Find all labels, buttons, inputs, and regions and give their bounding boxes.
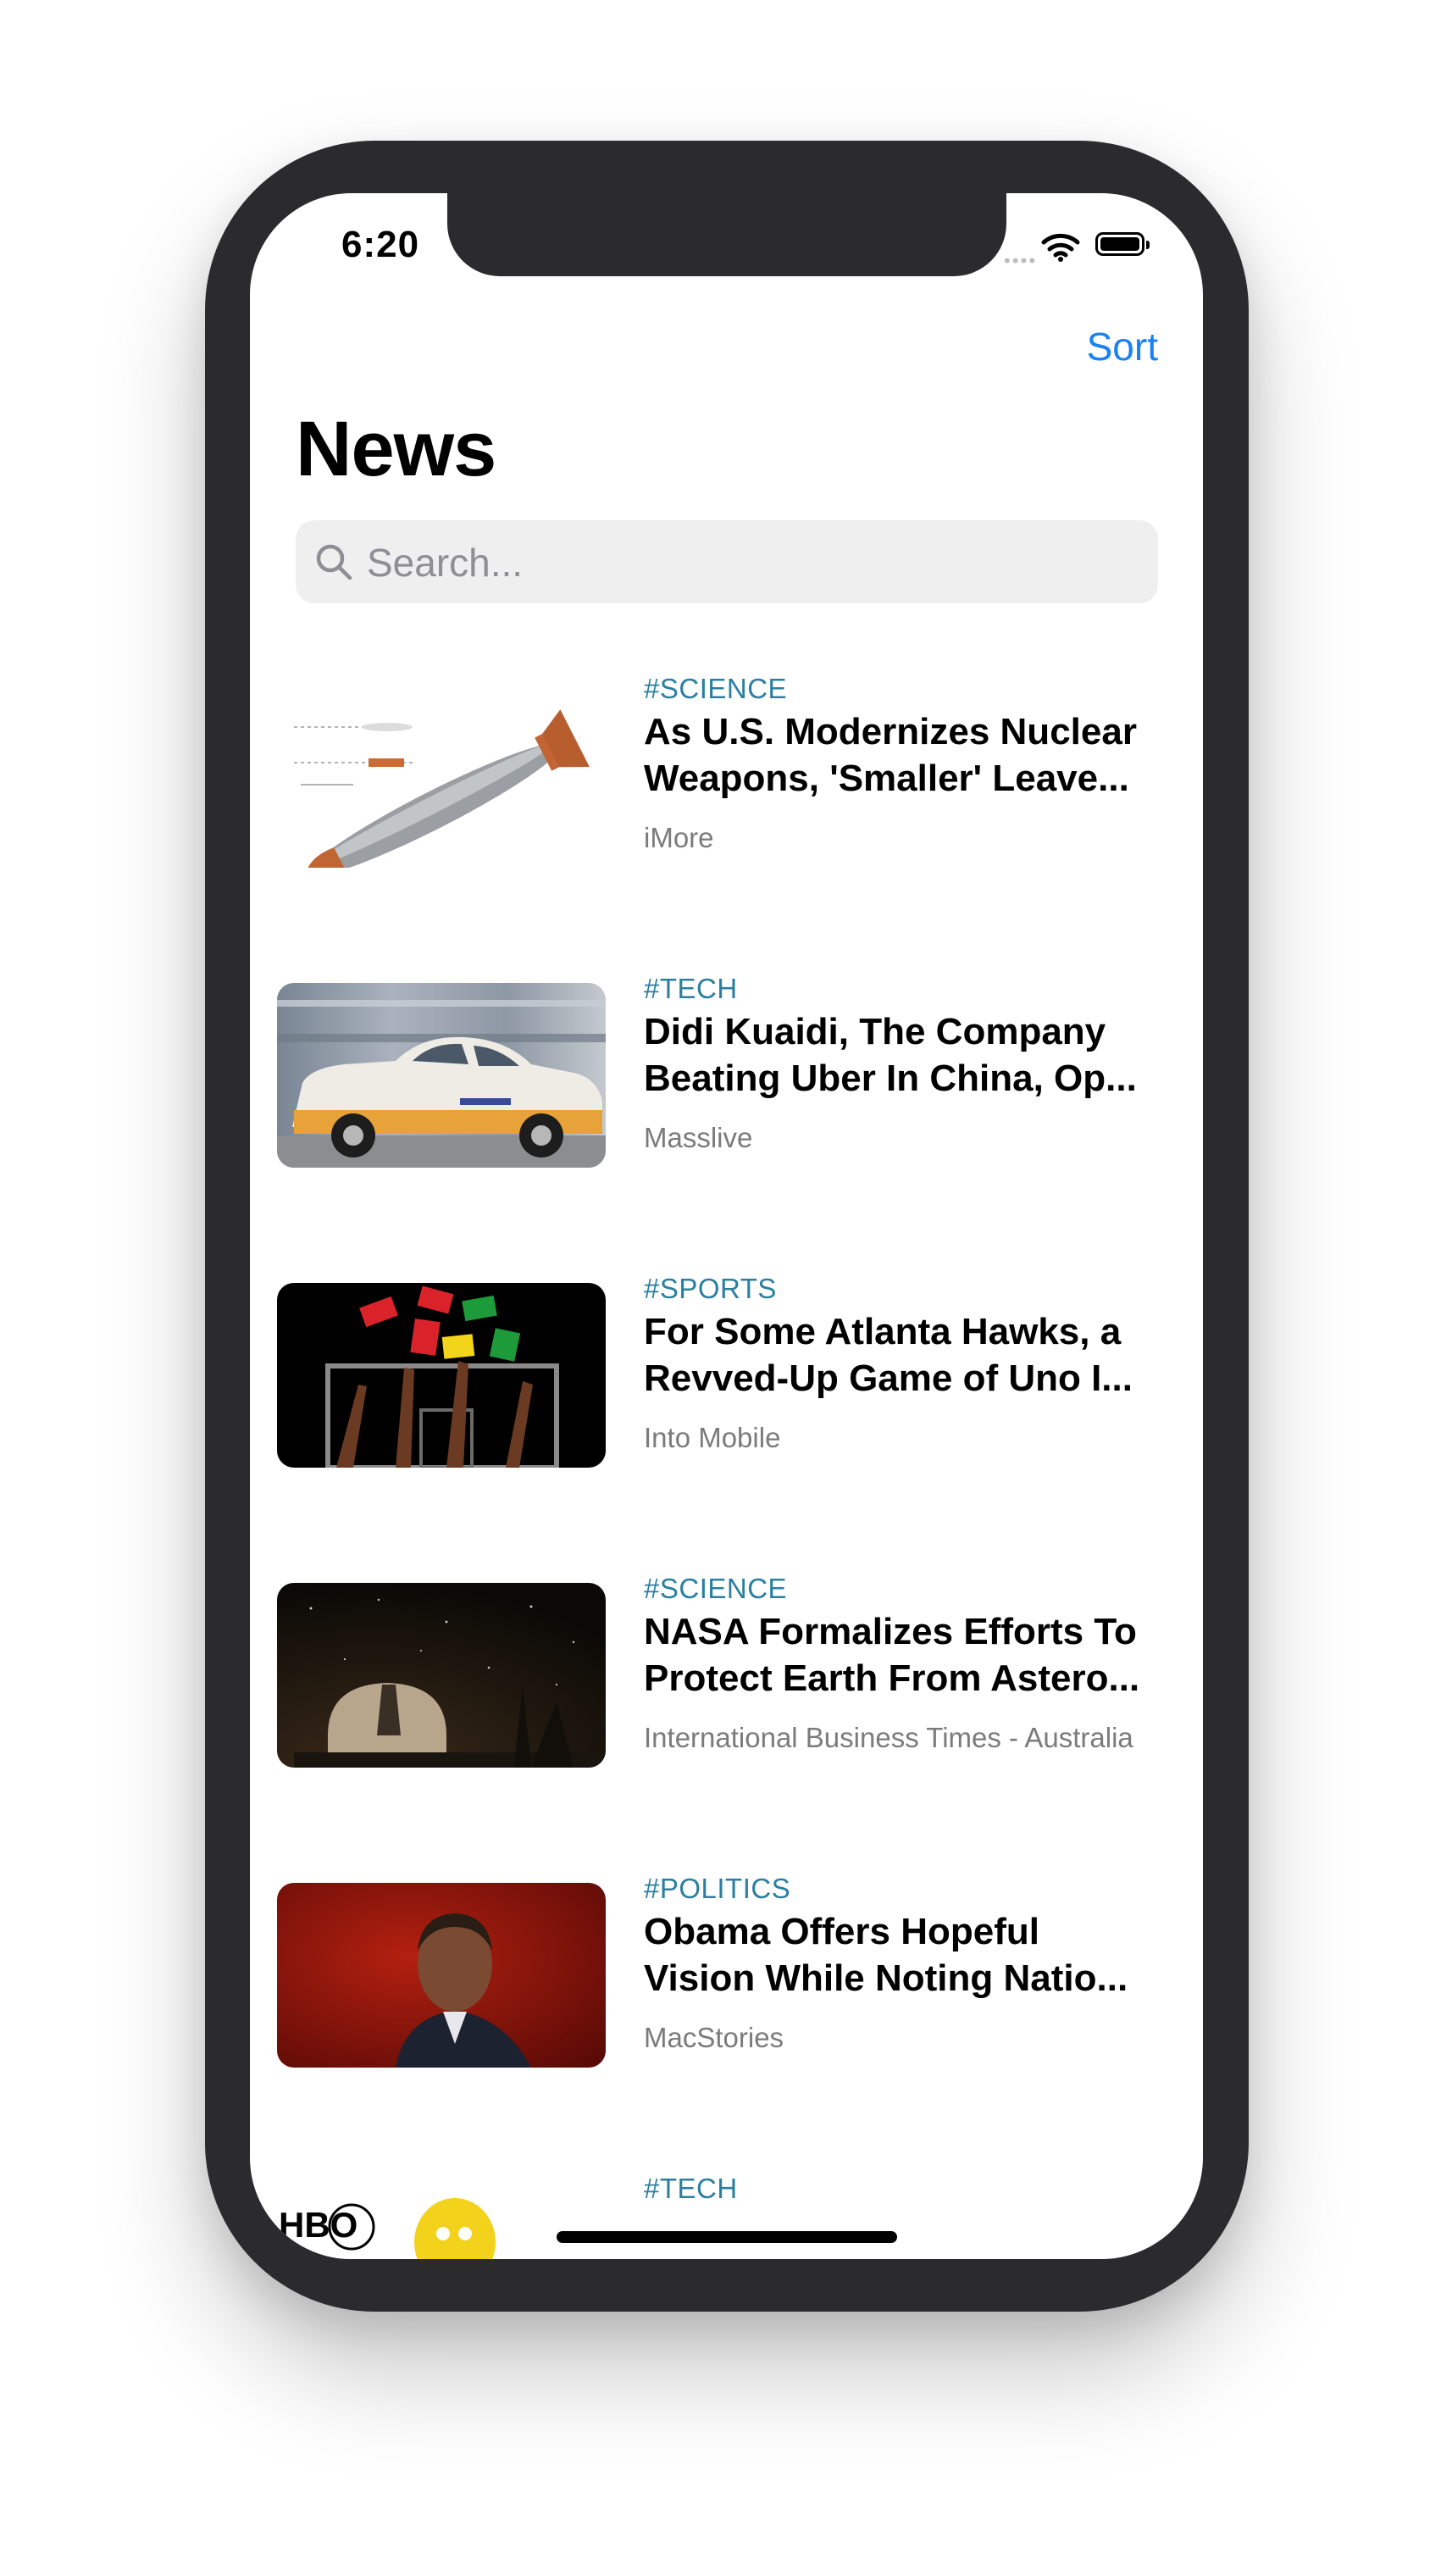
observatory-image (277, 1583, 606, 1768)
article-tag: #SCIENCE (644, 673, 788, 704)
article-tag: #POLITICS (644, 1873, 791, 1904)
article-row[interactable]: #SCIENCE NASA Formalizes Efforts To Prot… (250, 1573, 1203, 1769)
search-input[interactable] (365, 520, 1131, 605)
article-row[interactable]: #SPORTS For Some Atlanta Hawks, a Revved… (250, 1273, 1203, 1469)
article-tag: #SCIENCE (644, 1573, 788, 1604)
portrait-image (277, 1883, 606, 2068)
article-source: International Business Times - Australia (644, 1722, 1133, 1753)
signal-icon: • • • • (1004, 250, 1035, 271)
article-source: MacStories (644, 2022, 784, 2053)
taxi-image (277, 983, 606, 1168)
article-tag: #TECH (644, 973, 738, 1004)
article-source: Into Mobile (644, 1422, 781, 1453)
uno-cards-image (277, 1283, 606, 1468)
article-headline: Obama Offers Hopeful Vision While Noting… (644, 1911, 1128, 1999)
article-row[interactable]: HBO #TECH (250, 2173, 1203, 2259)
article-headline: For Some Atlanta Hawks, a Revved-Up Game… (644, 1311, 1133, 1399)
svg-text:HBO: HBO (279, 2205, 357, 2245)
article-tag: #TECH (644, 2173, 738, 2204)
screen: 6:20 • • • • Sort News Search... #SCIENC… (250, 193, 1203, 2259)
article-source: iMore (644, 822, 714, 853)
notch (447, 193, 1006, 276)
wifi-icon (1041, 233, 1080, 262)
battery-icon (1095, 232, 1150, 256)
article-row[interactable]: #SCIENCE As U.S. Modernizes Nuclear Weap… (250, 673, 1203, 869)
article-source: Masslive (644, 1122, 753, 1153)
home-indicator[interactable] (557, 2231, 897, 2243)
article-tag: #SPORTS (644, 1273, 777, 1304)
search-icon (316, 544, 352, 580)
sort-button[interactable]: Sort (1087, 324, 1158, 369)
status-time: 6:20 (341, 224, 420, 265)
bomb-image (277, 683, 606, 868)
page-title: News (296, 406, 496, 492)
hbo-logo-image: HBO (277, 2183, 606, 2259)
article-headline: Didi Kuaidi, The Company Beating Uber In… (644, 1011, 1137, 1099)
article-row[interactable]: #TECH Didi Kuaidi, The Company Beating U… (250, 973, 1203, 1169)
article-headline: As U.S. Modernizes Nuclear Weapons, 'Sma… (644, 711, 1137, 799)
search-bar[interactable] (296, 520, 1158, 605)
article-row[interactable]: #POLITICS Obama Offers Hopeful Vision Wh… (250, 1873, 1203, 2069)
article-headline: NASA Formalizes Efforts To Protect Earth… (644, 1611, 1140, 1699)
